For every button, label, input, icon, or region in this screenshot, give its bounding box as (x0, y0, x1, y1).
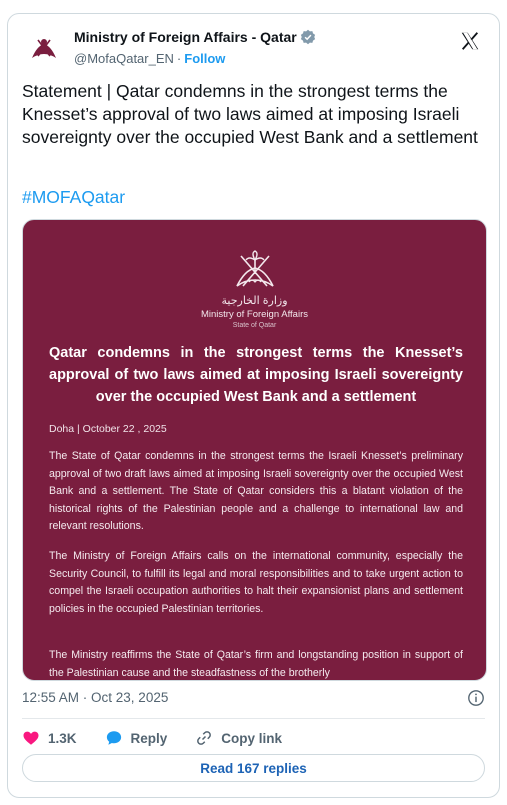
handle-row: @MofaQatar_EN · Follow (74, 51, 225, 66)
link-icon (197, 731, 212, 745)
emblem-arabic-name: وزارة الخارجية (221, 295, 288, 307)
statement-dateline: Doha | October 22 , 2025 (49, 423, 167, 435)
statement-image[interactable]: وزارة الخارجية Ministry of Foreign Affai… (22, 219, 487, 681)
tweet-header: Ministry of Foreign Affairs - Qatar @Mof… (22, 26, 487, 70)
like-button[interactable]: 1.3K (22, 729, 77, 747)
emblem-subtitle: State of Qatar (232, 322, 277, 329)
statement-paragraph: The Ministry of Foreign Affairs calls on… (49, 550, 463, 615)
swords-palm-emblem-icon (235, 250, 274, 287)
handle[interactable]: @MofaQatar_EN (74, 51, 174, 66)
like-count: 1.3K (48, 730, 77, 746)
divider (22, 718, 485, 719)
heart-icon (23, 731, 39, 745)
display-name[interactable]: Ministry of Foreign Affairs - Qatar (74, 29, 297, 45)
action-bar: 1.3K Reply Copy link (22, 727, 310, 749)
statement-paragraph: The Ministry reaffirms the State of Qata… (49, 649, 463, 679)
read-replies-button[interactable]: Read 167 replies (22, 754, 485, 782)
avatar[interactable] (24, 28, 64, 68)
ministry-emblem: وزارة الخارجية Ministry of Foreign Affai… (23, 248, 486, 329)
follow-button[interactable]: Follow (184, 51, 225, 66)
tweet-card: Ministry of Foreign Affairs - Qatar @Mof… (7, 13, 500, 798)
reply-bubble-icon (106, 731, 121, 745)
verified-badge-icon (300, 29, 315, 45)
x-logo-icon[interactable] (459, 30, 481, 52)
copy-link-label: Copy link (221, 730, 283, 746)
emblem-english-name: Ministry of Foreign Affairs (200, 309, 308, 320)
copy-link-button[interactable]: Copy link (195, 729, 282, 747)
reply-button[interactable]: Reply (105, 729, 168, 747)
separator-dot: · (176, 51, 182, 66)
info-icon[interactable] (467, 689, 485, 707)
reply-label: Reply (130, 730, 168, 746)
hashtag-link[interactable]: #MOFAQatar (22, 187, 125, 208)
mofa-emblem-icon (32, 39, 56, 58)
statement-title: Qatar condemns in the strongest terms th… (49, 345, 463, 405)
statement-paragraph: The State of Qatar condemns in the stron… (49, 450, 463, 532)
tweet-timestamp[interactable]: 12:55 AM · Oct 23, 2025 (22, 690, 168, 705)
name-row: Ministry of Foreign Affairs - Qatar (74, 29, 316, 45)
tweet-text: Statement | Qatar condemns in the strong… (22, 81, 478, 147)
